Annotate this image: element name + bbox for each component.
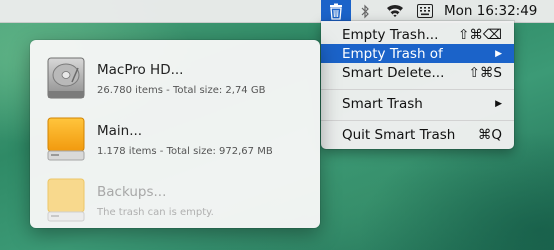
submenu-arrow-icon: ▶: [495, 48, 502, 59]
smart-trash-menu: Empty Trash... ⇧⌘⌫ Empty Trash of ▶ Smar…: [321, 21, 514, 149]
menu-item-smart-trash[interactable]: Smart Trash ▶: [321, 94, 514, 113]
menu-item-label: Smart Trash: [342, 95, 423, 112]
menu-item-empty-trash[interactable]: Empty Trash... ⇧⌘⌫: [321, 25, 514, 44]
input-menu-extra[interactable]: [414, 0, 436, 22]
disk-row-macpro-hd[interactable]: MacPro HD... 26.780 items - Total size: …: [30, 48, 320, 106]
internal-drive-icon: [47, 57, 85, 99]
wifi-menu-extra[interactable]: [382, 0, 408, 22]
wifi-icon: [387, 4, 403, 18]
disk-info: 1.178 items - Total size: 972,67 MB: [97, 146, 273, 157]
menu-item-label: Quit Smart Trash: [342, 126, 456, 143]
disk-row-main[interactable]: Main... 1.178 items - Total size: 972,67…: [30, 109, 320, 167]
menu-item-quit[interactable]: Quit Smart Trash ⌘Q: [321, 125, 514, 144]
keyboard-icon: [417, 4, 433, 18]
menu-item-empty-trash-of[interactable]: Empty Trash of ▶: [321, 44, 514, 63]
disk-name: MacPro HD...: [97, 62, 184, 78]
menu-item-shortcut: ⌘Q: [477, 126, 502, 143]
disk-trash-panel: MacPro HD... 26.780 items - Total size: …: [30, 40, 320, 228]
trash-menu-extra[interactable]: [321, 0, 351, 22]
bluetooth-menu-extra[interactable]: [355, 0, 375, 22]
menu-item-label: Smart Delete...: [342, 64, 445, 81]
menu-item-smart-delete[interactable]: Smart Delete... ⇧⌘S: [321, 63, 514, 82]
disk-info: The trash can is empty.: [97, 207, 214, 218]
menu-bar-clock[interactable]: Mon 16:32:49: [444, 0, 550, 22]
menu-item-label: Empty Trash of: [342, 45, 443, 62]
menu-bar: Mon 16:32:49: [0, 0, 554, 23]
disk-row-backups[interactable]: Backups... The trash can is empty.: [30, 170, 320, 228]
trash-icon: [330, 3, 342, 20]
disk-info: 26.780 items - Total size: 2,74 GB: [97, 85, 266, 96]
external-drive-icon: [47, 178, 85, 222]
menu-item-label: Empty Trash...: [342, 26, 439, 43]
menu-item-shortcut: ⇧⌘⌫: [458, 26, 502, 43]
disk-name: Main...: [97, 123, 143, 139]
disk-name: Backups...: [97, 184, 167, 200]
external-drive-icon: [47, 117, 85, 161]
menu-item-shortcut: ⇧⌘S: [468, 64, 502, 81]
menu-separator: [321, 89, 514, 90]
bluetooth-icon: [361, 4, 369, 18]
submenu-arrow-icon: ▶: [495, 98, 502, 109]
menu-separator: [321, 120, 514, 121]
